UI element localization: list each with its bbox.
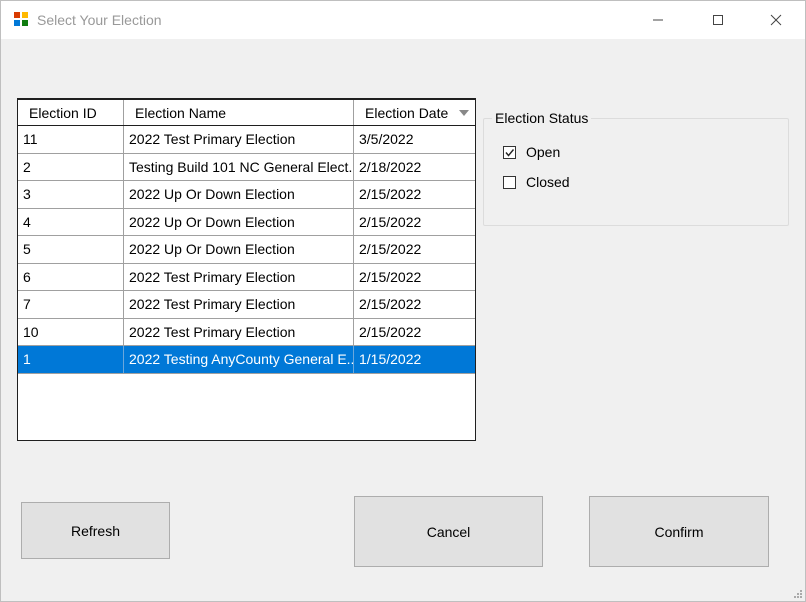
title-bar[interactable]: Select Your Election	[1, 1, 805, 39]
cell-election-id[interactable]: 3	[18, 181, 124, 208]
table-row[interactable]: 10 2022 Test Primary Election 2/15/2022	[18, 318, 475, 346]
open-checkbox[interactable]	[503, 145, 516, 159]
minimize-icon	[653, 19, 663, 21]
column-header-election-date[interactable]: Election Date	[354, 100, 475, 125]
close-icon	[770, 14, 782, 26]
table-row[interactable]: 6 2022 Test Primary Election 2/15/2022	[18, 263, 475, 291]
table-row[interactable]: 3 2022 Up Or Down Election 2/15/2022	[18, 181, 475, 209]
cell-election-id[interactable]: 6	[18, 263, 124, 290]
closed-checkbox-row[interactable]: Closed	[503, 173, 570, 191]
window-title: Select Your Election	[37, 12, 162, 28]
open-label[interactable]: Open	[526, 144, 560, 160]
cell-election-id[interactable]: 11	[18, 126, 124, 153]
election-status-group: Election Status Open Closed	[483, 110, 789, 226]
cell-election-date[interactable]: 2/15/2022	[354, 236, 475, 263]
cell-election-id[interactable]: 10	[18, 318, 124, 345]
maximize-icon	[713, 15, 723, 25]
cell-election-name[interactable]: 2022 Test Primary Election	[124, 126, 354, 153]
election-grid[interactable]: Election ID Election Name Election Date …	[17, 98, 476, 441]
column-header-election-date-label: Election Date	[365, 105, 449, 121]
cell-election-name[interactable]: 2022 Test Primary Election	[124, 291, 354, 318]
closed-label[interactable]: Closed	[526, 174, 570, 190]
confirm-button[interactable]: Confirm	[589, 496, 769, 567]
grid-header: Election ID Election Name Election Date	[18, 100, 475, 126]
cell-election-date[interactable]: 2/15/2022	[354, 264, 475, 291]
cell-election-name[interactable]: 2022 Test Primary Election	[124, 318, 354, 345]
checkmark-icon	[505, 148, 515, 157]
cell-election-name[interactable]: 2022 Up Or Down Election	[124, 208, 354, 235]
cell-election-name[interactable]: 2022 Test Primary Election	[124, 263, 354, 290]
cell-election-id[interactable]: 2	[18, 153, 124, 180]
table-row[interactable]: 7 2022 Test Primary Election 2/15/2022	[18, 291, 475, 319]
cell-election-date[interactable]: 2/15/2022	[354, 319, 475, 346]
refresh-button[interactable]: Refresh	[21, 502, 170, 559]
table-row[interactable]: 11 2022 Test Primary Election 3/5/2022	[18, 126, 475, 154]
cell-election-name[interactable]: Testing Build 101 NC General Elect...	[124, 153, 354, 180]
cell-election-id[interactable]: 5	[18, 236, 124, 263]
maximize-button[interactable]	[695, 1, 741, 39]
column-header-election-name[interactable]: Election Name	[124, 100, 354, 125]
column-header-election-id[interactable]: Election ID	[18, 100, 124, 125]
cell-election-id[interactable]: 1	[18, 346, 124, 373]
cell-election-date[interactable]: 3/5/2022	[354, 126, 475, 153]
cell-election-date[interactable]: 2/15/2022	[354, 181, 475, 208]
cell-election-date[interactable]: 2/15/2022	[354, 291, 475, 318]
app-icon	[14, 12, 28, 26]
table-row[interactable]: 2 Testing Build 101 NC General Elect... 2/…	[18, 153, 475, 181]
cell-election-date[interactable]: 2/15/2022	[354, 209, 475, 236]
cell-election-name[interactable]: 2022 Up Or Down Election	[124, 181, 354, 208]
minimize-button[interactable]	[635, 1, 681, 39]
sort-descending-icon	[459, 110, 469, 116]
cell-election-name[interactable]: 2022 Testing AnyCounty General E...	[124, 346, 354, 373]
cell-election-id[interactable]: 7	[18, 291, 124, 318]
cell-election-id[interactable]: 4	[18, 208, 124, 235]
election-status-label: Election Status	[492, 110, 592, 126]
cell-election-date[interactable]: 2/18/2022	[354, 154, 475, 181]
election-window: Select Your Election Election ID Electio…	[0, 0, 806, 602]
resize-grip-icon[interactable]	[792, 588, 802, 598]
cell-election-name[interactable]: 2022 Up Or Down Election	[124, 236, 354, 263]
open-checkbox-row[interactable]: Open	[503, 143, 560, 161]
table-row[interactable]: 1 2022 Testing AnyCounty General E... 1/15…	[18, 346, 475, 374]
table-row[interactable]: 5 2022 Up Or Down Election 2/15/2022	[18, 236, 475, 264]
close-button[interactable]	[753, 1, 799, 39]
closed-checkbox[interactable]	[503, 175, 516, 189]
cell-election-date[interactable]: 1/15/2022	[354, 346, 475, 373]
table-row[interactable]: 4 2022 Up Or Down Election 2/15/2022	[18, 208, 475, 236]
cancel-button[interactable]: Cancel	[354, 496, 543, 567]
